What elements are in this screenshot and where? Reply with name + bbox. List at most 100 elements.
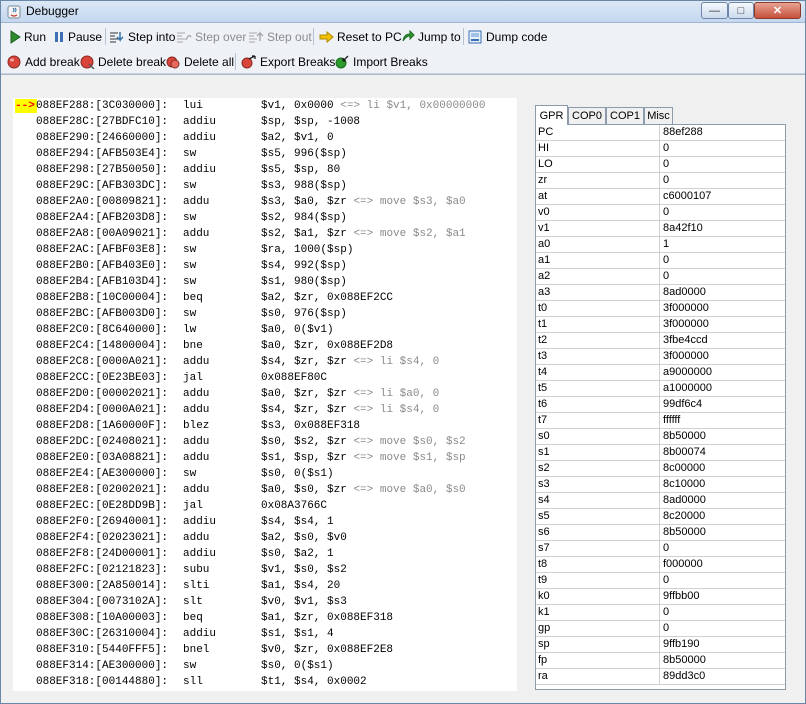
tab-cop1[interactable]: COP1 [606, 107, 644, 124]
dump-code-button[interactable]: Dump code [468, 27, 547, 46]
disasm-line[interactable]: 088EF308:[10A00003]: beq $a1, $zr, 0x088EF… [13, 610, 517, 626]
disasm-line[interactable]: 088EF2CC:[0E23BE03]: jal 0x088EF80C [13, 370, 517, 386]
register-value[interactable]: 9ffb190 [663, 637, 700, 652]
add-break-button[interactable]: Add break [7, 52, 80, 71]
register-row-a0[interactable]: a0 1 [536, 237, 785, 253]
disasm-line[interactable]: 088EF2B8:[10C00004]: beq $a2, $zr, 0x088EF… [13, 290, 517, 306]
register-row-zr[interactable]: zr 0 [536, 173, 785, 189]
disassembly-view[interactable]: --> 088EF288:[3C030000]: lui $v1, 0x0000 <=… [13, 98, 517, 691]
delete-all-button[interactable]: Delete all [166, 52, 234, 71]
register-value[interactable]: 3f000000 [663, 317, 709, 332]
disasm-line[interactable]: 088EF2A8:[00A09021]: addu $s2, $a1, $zr <=… [13, 226, 517, 242]
register-row-t1[interactable]: t1 3f000000 [536, 317, 785, 333]
step-over-button[interactable]: Step over [176, 27, 246, 46]
register-row-hi[interactable]: HI 0 [536, 141, 785, 157]
register-value[interactable]: 3fbe4ccd [663, 333, 708, 348]
register-value[interactable]: 3f000000 [663, 349, 709, 364]
register-row-s0[interactable]: s0 8b50000 [536, 429, 785, 445]
disasm-line[interactable]: 088EF314:[AE300000]: sw $s0, 0($s1) [13, 658, 517, 674]
register-value[interactable]: 8c10000 [663, 477, 705, 492]
register-row-k1[interactable]: k1 0 [536, 605, 785, 621]
register-value[interactable]: 8b50000 [663, 429, 706, 444]
register-row-a1[interactable]: a1 0 [536, 253, 785, 269]
register-value[interactable]: a1000000 [663, 381, 712, 396]
disasm-line[interactable]: 088EF298:[27B50050]: addiu $s5, $sp, 80 [13, 162, 517, 178]
disasm-line[interactable]: 088EF294:[AFB503E4]: sw $s5, 996($sp) [13, 146, 517, 162]
register-row-pc[interactable]: PC 88ef288 [536, 125, 785, 141]
register-value[interactable]: 8b50000 [663, 525, 706, 540]
disasm-line[interactable]: 088EF2F4:[02023021]: addu $a2, $s0, $v0 [13, 530, 517, 546]
register-row-v1[interactable]: v1 8a42f10 [536, 221, 785, 237]
register-value[interactable]: 99df6c4 [663, 397, 702, 412]
register-row-s3[interactable]: s3 8c10000 [536, 477, 785, 493]
register-value[interactable]: 0 [663, 253, 669, 268]
register-value[interactable]: 0 [663, 141, 669, 156]
reset-to-pc-button[interactable]: Reset to PC [319, 27, 402, 46]
register-row-t4[interactable]: t4 a9000000 [536, 365, 785, 381]
register-row-sp[interactable]: sp 9ffb190 [536, 637, 785, 653]
register-row-t9[interactable]: t9 0 [536, 573, 785, 589]
register-row-s5[interactable]: s5 8c20000 [536, 509, 785, 525]
register-row-t6[interactable]: t6 99df6c4 [536, 397, 785, 413]
disasm-line[interactable]: 088EF2B4:[AFB103D4]: sw $s1, 980($sp) [13, 274, 517, 290]
disasm-line[interactable]: 088EF2AC:[AFBF03E8]: sw $ra, 1000($sp) [13, 242, 517, 258]
register-value[interactable]: 0 [663, 157, 669, 172]
disasm-line[interactable]: 088EF2C4:[14800004]: bne $a0, $zr, 0x088EF… [13, 338, 517, 354]
minimize-button[interactable]: — [701, 2, 728, 19]
register-value[interactable]: 8b50000 [663, 653, 706, 668]
register-value[interactable]: ffffff [663, 413, 680, 428]
register-value[interactable]: 9ffbb00 [663, 589, 700, 604]
register-value[interactable]: 0 [663, 573, 669, 588]
close-button[interactable]: ✕ [754, 2, 801, 19]
import-breaks-button[interactable]: Import Breaks [334, 52, 428, 71]
register-row-t0[interactable]: t0 3f000000 [536, 301, 785, 317]
register-row-t2[interactable]: t2 3fbe4ccd [536, 333, 785, 349]
disasm-line[interactable]: 088EF2A4:[AFB203D8]: sw $s2, 984($sp) [13, 210, 517, 226]
register-row-a3[interactable]: a3 8ad0000 [536, 285, 785, 301]
register-row-s6[interactable]: s6 8b50000 [536, 525, 785, 541]
disasm-line[interactable]: 088EF2A0:[00809821]: addu $s3, $a0, $zr <=… [13, 194, 517, 210]
disasm-line[interactable]: 088EF304:[0073102A]: slt $v0, $v1, $s3 [13, 594, 517, 610]
export-breaks-button[interactable]: Export Breaks [241, 52, 335, 71]
register-row-s2[interactable]: s2 8c00000 [536, 461, 785, 477]
disasm-line[interactable]: 088EF2EC:[0E28DD9B]: jal 0x08A3766C [13, 498, 517, 514]
register-row-t8[interactable]: t8 f000000 [536, 557, 785, 573]
register-value[interactable]: 1 [663, 237, 669, 252]
disasm-line[interactable]: 088EF310:[5440FFF5]: bnel $v0, $zr, 0x088E… [13, 642, 517, 658]
register-table[interactable]: PC 88ef288 HI 0 LO 0 zr 0 at c6000107 v0 0 v1 8a42f10… [535, 124, 786, 690]
disasm-line[interactable]: 088EF30C:[26310004]: addiu $s1, $s1, 4 [13, 626, 517, 642]
register-row-lo[interactable]: LO 0 [536, 157, 785, 173]
register-row-a2[interactable]: a2 0 [536, 269, 785, 285]
register-row-t3[interactable]: t3 3f000000 [536, 349, 785, 365]
register-value[interactable]: 0 [663, 541, 669, 556]
register-row-s1[interactable]: s1 8b00074 [536, 445, 785, 461]
disasm-line[interactable]: 088EF28C:[27BDFC10]: addiu $sp, $sp, -1008 [13, 114, 517, 130]
register-value[interactable]: 0 [663, 621, 669, 636]
register-value[interactable]: 0 [663, 205, 669, 220]
register-value[interactable]: 8ad0000 [663, 493, 706, 508]
register-value[interactable]: a9000000 [663, 365, 712, 380]
register-value[interactable]: 8c20000 [663, 509, 705, 524]
register-row-t7[interactable]: t7 ffffff [536, 413, 785, 429]
tab-gpr[interactable]: GPR [535, 105, 568, 125]
register-row-v0[interactable]: v0 0 [536, 205, 785, 221]
disasm-line[interactable]: 088EF2F0:[26940001]: addiu $s4, $s4, 1 [13, 514, 517, 530]
register-row-ra[interactable]: ra 89dd3c0 [536, 669, 785, 685]
disasm-line[interactable]: 088EF318:[00144880]: sll $t1, $s4, 0x0002 [13, 674, 517, 690]
disasm-line[interactable]: 088EF2DC:[02408021]: addu $s0, $s2, $zr <=… [13, 434, 517, 450]
register-value[interactable]: 88ef288 [663, 125, 703, 140]
register-row-k0[interactable]: k0 9ffbb00 [536, 589, 785, 605]
disasm-line[interactable]: 088EF2C8:[0000A021]: addu $s4, $zr, $zr <=… [13, 354, 517, 370]
register-value[interactable]: 8a42f10 [663, 221, 703, 236]
delete-break-button[interactable]: Delete break [80, 52, 166, 71]
step-into-button[interactable]: Step into [109, 27, 175, 46]
disasm-line[interactable]: 088EF2C0:[8C640000]: lw $a0, 0($v1) [13, 322, 517, 338]
disasm-line[interactable]: 088EF2BC:[AFB003D0]: sw $s0, 976($sp) [13, 306, 517, 322]
disasm-line[interactable]: 088EF2FC:[02121823]: subu $v1, $s0, $s2 [13, 562, 517, 578]
disasm-line[interactable]: 088EF2D8:[1A60000F]: blez $s3, 0x088EF318 [13, 418, 517, 434]
register-row-s7[interactable]: s7 0 [536, 541, 785, 557]
register-value[interactable]: 0 [663, 173, 669, 188]
disasm-line[interactable]: 088EF290:[24660000]: addiu $a2, $v1, 0 [13, 130, 517, 146]
disasm-line[interactable]: 088EF2D0:[00002021]: addu $a0, $zr, $zr <=… [13, 386, 517, 402]
disasm-line[interactable]: 088EF2E4:[AE300000]: sw $s0, 0($s1) [13, 466, 517, 482]
